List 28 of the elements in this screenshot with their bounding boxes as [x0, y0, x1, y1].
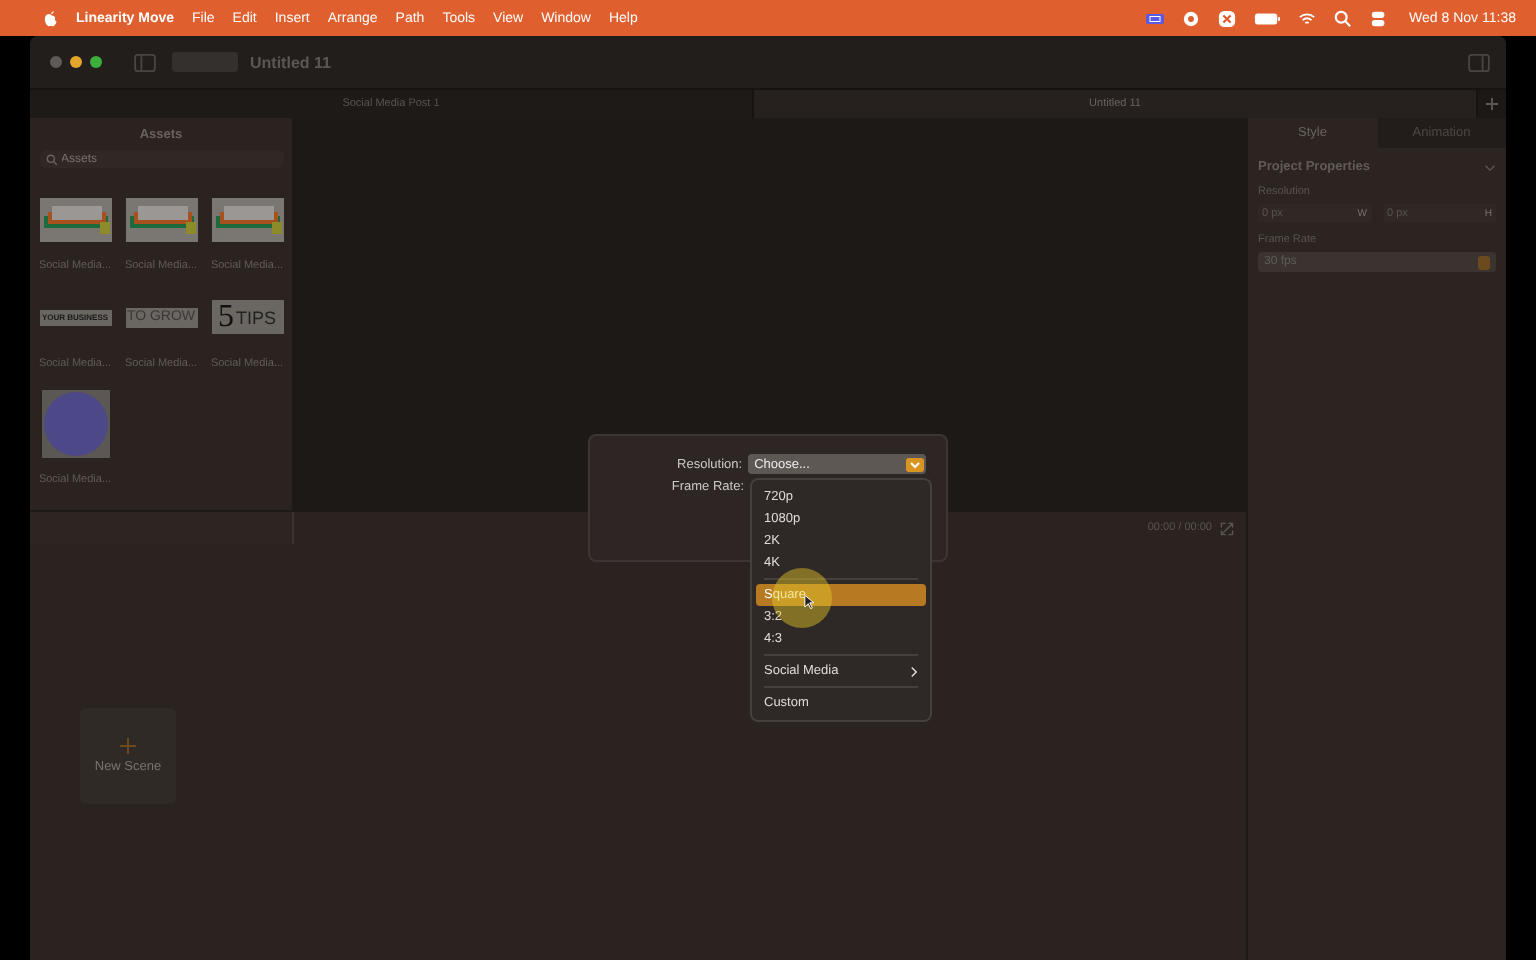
- slide-thumbnail[interactable]: [39, 197, 111, 241]
- apple-logo-icon[interactable]: [44, 9, 58, 27]
- cursor-icon: [804, 594, 814, 610]
- slide-thumbnail[interactable]: [125, 197, 197, 241]
- window-minimize-button[interactable]: [70, 56, 82, 68]
- slide-thumbnail[interactable]: [41, 390, 109, 458]
- add-tab-icon[interactable]: [1484, 96, 1500, 112]
- search-icon: [45, 153, 57, 165]
- plus-icon: [120, 738, 136, 754]
- screen-share-icon[interactable]: [1145, 9, 1164, 27]
- chevron-icon: [906, 457, 924, 471]
- window-zoom-button[interactable]: [90, 56, 102, 68]
- search-icon[interactable]: [1333, 9, 1352, 27]
- close-icon[interactable]: [1217, 9, 1236, 27]
- battery-icon[interactable]: [1253, 9, 1280, 27]
- sidebar-icon[interactable]: [134, 53, 156, 71]
- slide-thumbnail[interactable]: 5TIPS: [211, 300, 283, 334]
- fullscreen-icon[interactable]: [1220, 521, 1234, 535]
- window-close-button[interactable]: [50, 56, 62, 68]
- thumbnail-text: TIPS: [235, 307, 276, 327]
- window-title: Untitled 11: [250, 53, 331, 71]
- thumbnail-number: 5: [217, 301, 234, 333]
- slide-thumbnail[interactable]: [211, 197, 283, 241]
- control-center-icon[interactable]: [1369, 9, 1388, 27]
- wifi-icon[interactable]: [1297, 9, 1316, 27]
- chevron-icon[interactable]: [1484, 163, 1496, 171]
- chevron-icon: [910, 665, 918, 677]
- panel-icon[interactable]: [1468, 53, 1490, 71]
